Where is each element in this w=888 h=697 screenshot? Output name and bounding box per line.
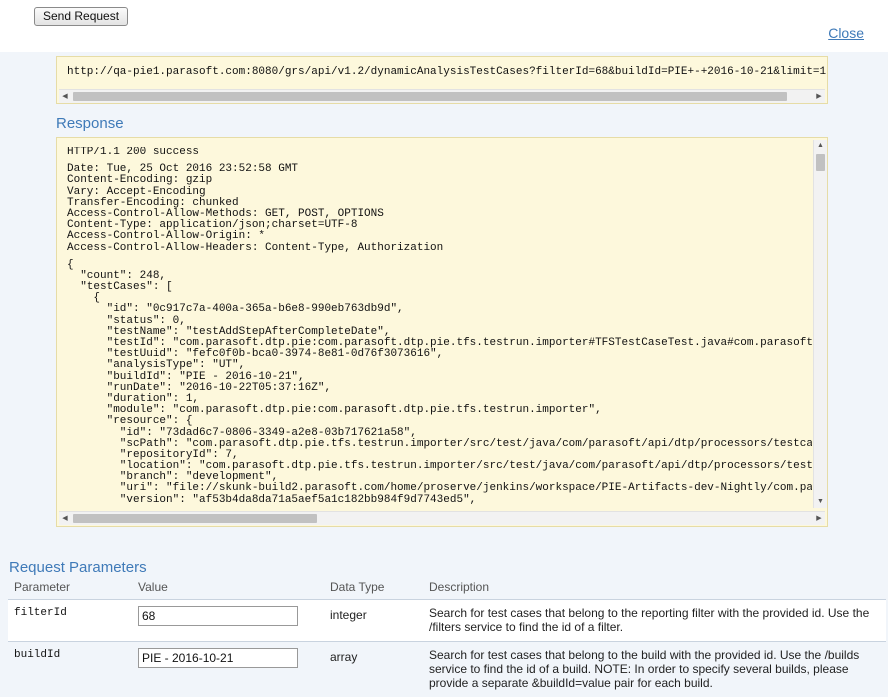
response-line: "version": "af53b4da8da71a5aef5a1c182bb9… [67, 493, 477, 506]
scroll-up-arrow-icon[interactable]: ▲ [814, 140, 827, 152]
close-link[interactable]: Close [828, 25, 864, 41]
top-toolbar [0, 0, 888, 52]
column-header-data-type: Data Type [330, 580, 385, 594]
url-scroll-thumb[interactable] [73, 92, 787, 101]
param-name: buildId [14, 649, 61, 661]
table-row: filterId integer Search for test cases t… [8, 599, 886, 641]
param-description: Search for test cases that belong to the… [429, 648, 860, 690]
column-header-description: Description [429, 580, 490, 594]
response-line: "testCases": [ [67, 281, 173, 294]
request-parameters-heading: Request Parameters [9, 559, 147, 576]
request-url-box[interactable]: http://qa-pie1.parasoft.com:8080/grs/api… [56, 56, 828, 104]
param-type: array [330, 650, 358, 664]
scroll-down-arrow-icon[interactable]: ▼ [814, 496, 827, 508]
buildid-input[interactable] [138, 648, 298, 668]
response-line: "count": 248, [67, 269, 167, 282]
response-line: Access-Control-Allow-Origin: * [67, 230, 266, 243]
scroll-left-arrow-icon[interactable]: ◀ [59, 512, 71, 525]
response-vertical-scrollbar[interactable]: ▲ ▼ [813, 140, 827, 508]
filterid-input[interactable] [138, 606, 298, 626]
response-horizontal-scrollbar[interactable]: ◀ ▶ [59, 511, 825, 525]
param-type: integer [330, 608, 367, 622]
response-box[interactable]: HTTP/1.1 200 success Date: Tue, 25 Oct 20… [56, 137, 828, 527]
response-line: Access-Control-Allow-Headers: Content-Ty… [67, 241, 444, 254]
send-request-button[interactable]: Send Request [34, 7, 129, 26]
response-line: Content-Encoding: gzip [67, 174, 213, 187]
response-line: "analysisType": "UT", [67, 359, 246, 372]
request-url-text: http://qa-pie1.parasoft.com:8080/grs/api… [67, 66, 828, 78]
response-heading: Response [56, 115, 124, 132]
response-line: HTTP/1.1 200 success [67, 147, 200, 158]
response-line: "resource": { [67, 415, 193, 428]
response-line: "uri": "file://skunk-build2.parasoft.com… [67, 482, 812, 495]
response-line: { [67, 258, 74, 271]
response-body: HTTP/1.1 200 success Date: Tue, 25 Oct 20… [67, 147, 812, 509]
response-line: "id": "0c917c7a-400a-365a-b6e8-990eb763d… [67, 303, 404, 316]
param-name: filterId [14, 607, 67, 619]
scroll-right-arrow-icon[interactable]: ▶ [813, 90, 825, 103]
column-header-value: Value [138, 580, 168, 594]
column-header-parameter: Parameter [14, 580, 71, 594]
scroll-right-arrow-icon[interactable]: ▶ [813, 512, 825, 525]
param-description: Search for test cases that belong to the… [429, 606, 870, 634]
url-horizontal-scrollbar[interactable]: ◀ ▶ [59, 89, 825, 103]
scroll-left-arrow-icon[interactable]: ◀ [59, 90, 71, 103]
response-line: "id": "73dad6c7-0806-3349-a2e8-03b717621… [67, 426, 417, 439]
response-vscroll-thumb[interactable] [816, 154, 825, 171]
response-hscroll-thumb[interactable] [73, 514, 317, 523]
table-row: buildId array Search for test cases that… [8, 641, 886, 697]
